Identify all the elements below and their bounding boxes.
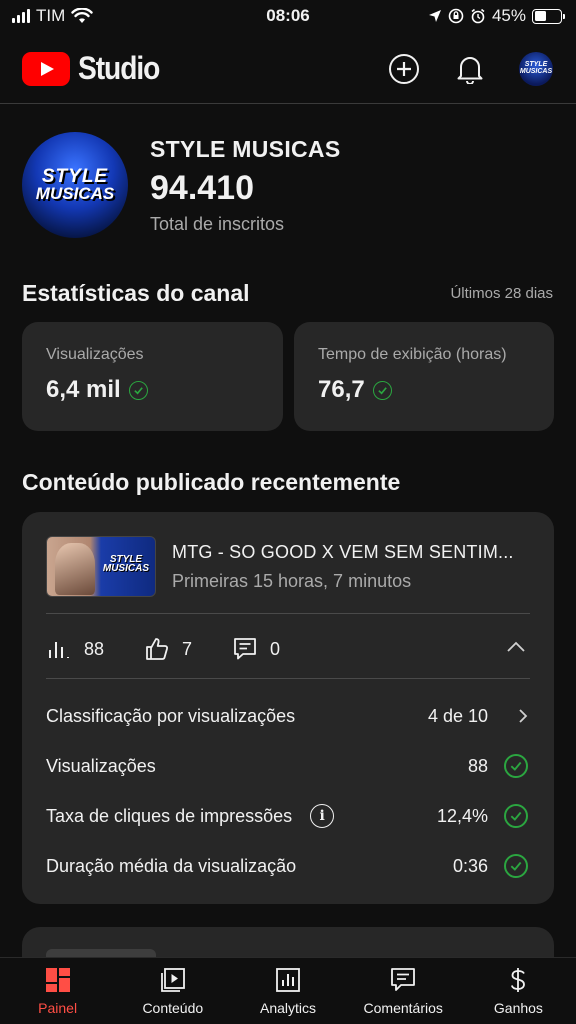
views-metric: 88 <box>46 636 104 662</box>
nav-label-earnings: Ganhos <box>493 1000 543 1016</box>
analytics-icon <box>276 968 300 992</box>
ranking-row[interactable]: Classificação por visualizações 4 de 10 <box>46 696 530 736</box>
stats-section-title: Estatísticas do canal <box>22 280 250 306</box>
thumbnail-person-image <box>55 543 95 595</box>
notifications-button[interactable] <box>452 51 488 87</box>
check-circle-icon <box>128 380 148 400</box>
comments-metric: 0 <box>232 636 280 662</box>
status-bar: TIM 08:06 45% <box>0 0 576 32</box>
chevron-right-icon <box>519 709 528 723</box>
nav-label-content: Conteúdo <box>142 1000 204 1016</box>
nav-label-analytics: Analytics <box>259 1000 317 1016</box>
youtube-studio-logo[interactable]: Studio <box>22 50 170 87</box>
comments-icon <box>391 968 416 991</box>
ctr-detail-value: 12,4% <box>436 805 488 826</box>
thumbnail-brand-2: MUSICAS <box>102 563 149 574</box>
bottom-navigation: Painel Conteúdo Analytics Comentários Ga… <box>0 957 576 1024</box>
avatar: STYLE MUSICAS <box>519 51 553 86</box>
video-library-icon <box>160 968 185 992</box>
collapse-button[interactable] <box>506 640 526 658</box>
channel-name: STYLE MUSICAS <box>150 135 341 162</box>
dashboard-icon <box>45 968 70 992</box>
stats-date-range: Últimos 28 dias <box>450 285 553 302</box>
channel-avatar[interactable]: STYLE MUSICAS <box>22 132 128 238</box>
carrier-name: TIM <box>36 6 66 25</box>
subscriber-count: 94.410 <box>150 168 254 207</box>
video-title: MTG - SO GOOD X VEM SEM SENTIM... <box>172 541 514 562</box>
watch-time-stat-label: Tempo de exibição (horas) <box>318 346 507 363</box>
check-circle-icon <box>504 804 528 828</box>
recent-video-card: STYLE MUSICAS MTG - SO GOOD X VEM SEM SE… <box>22 512 554 904</box>
alarm-icon <box>471 8 485 24</box>
avg-duration-label: Duração média da visualização <box>46 855 297 876</box>
avg-duration-row: Duração média da visualização 0:36 <box>46 846 530 886</box>
chevron-up-icon <box>507 641 525 652</box>
thumbs-up-icon <box>146 638 169 660</box>
video-metrics-row: 88 7 0 <box>46 630 530 668</box>
ctr-detail-row: Taxa de cliques de impressões i 12,4% <box>46 796 530 836</box>
battery-icon <box>532 8 565 24</box>
mini-avatar-text-2: MUSICAS <box>519 67 553 75</box>
divider <box>46 613 530 614</box>
create-button[interactable] <box>386 51 422 87</box>
watch-time-stat-card[interactable]: Tempo de exibição (horas) 76,7 <box>294 322 554 431</box>
recent-content-title: Conteúdo publicado recentemente <box>22 469 401 495</box>
check-circle-icon <box>504 754 528 778</box>
app-name: Studio <box>78 50 160 86</box>
check-circle-icon <box>504 854 528 878</box>
app-header: Studio STYLE MUSICAS <box>0 34 576 104</box>
likes-metric: 7 <box>144 636 192 662</box>
views-detail-value: 88 <box>467 755 488 776</box>
bar-chart-icon <box>49 642 69 658</box>
ranking-label: Classificação por visualizações <box>46 705 296 726</box>
views-count: 88 <box>84 638 105 659</box>
nav-earnings[interactable]: Ganhos <box>461 958 576 1024</box>
cell-signal-icon <box>12 9 30 23</box>
ctr-detail-label: Taxa de cliques de impressões <box>46 805 293 826</box>
orientation-lock-icon <box>448 8 464 24</box>
location-arrow-icon <box>428 10 441 22</box>
views-stat-label: Visualizações <box>46 346 144 363</box>
views-stat-card[interactable]: Visualizações 6,4 mil <box>22 322 283 431</box>
nav-dashboard[interactable]: Painel <box>0 958 115 1024</box>
wifi-icon <box>71 8 93 23</box>
battery-percent: 45% <box>491 6 526 25</box>
youtube-play-icon <box>22 51 70 86</box>
account-button[interactable]: STYLE MUSICAS <box>518 51 554 87</box>
views-detail-label: Visualizações <box>46 755 156 776</box>
video-summary-row[interactable]: STYLE MUSICAS MTG - SO GOOD X VEM SEM SE… <box>46 536 530 597</box>
info-icon[interactable]: i <box>310 804 335 828</box>
bell-icon <box>457 56 483 84</box>
views-stat-value: 6,4 mil <box>46 376 121 403</box>
comments-count: 0 <box>270 638 281 659</box>
avatar-logo-line-2: MUSICAS <box>35 183 115 203</box>
add-circle-icon <box>389 53 419 84</box>
nav-comments[interactable]: Comentários <box>346 958 461 1024</box>
divider <box>46 678 530 679</box>
ranking-value: 4 de 10 <box>427 705 488 726</box>
watch-time-stat-value: 76,7 <box>318 376 365 403</box>
nav-analytics[interactable]: Analytics <box>230 958 345 1024</box>
channel-summary: STYLE MUSICAS STYLE MUSICAS 94.410 Total… <box>22 132 340 238</box>
avg-duration-value: 0:36 <box>452 855 488 876</box>
comment-icon <box>234 638 256 660</box>
likes-count: 7 <box>182 638 193 659</box>
nav-label-comments: Comentários <box>363 1000 443 1016</box>
subscriber-label: Total de inscritos <box>150 213 285 234</box>
check-circle-icon <box>372 380 392 400</box>
dollar-icon <box>511 968 526 992</box>
video-thumbnail[interactable]: STYLE MUSICAS <box>46 536 156 597</box>
nav-label-dashboard: Painel <box>38 1000 78 1016</box>
views-detail-row: Visualizações 88 <box>46 746 530 786</box>
nav-content[interactable]: Conteúdo <box>115 958 230 1024</box>
video-period: Primeiras 15 horas, 7 minutos <box>172 570 412 591</box>
